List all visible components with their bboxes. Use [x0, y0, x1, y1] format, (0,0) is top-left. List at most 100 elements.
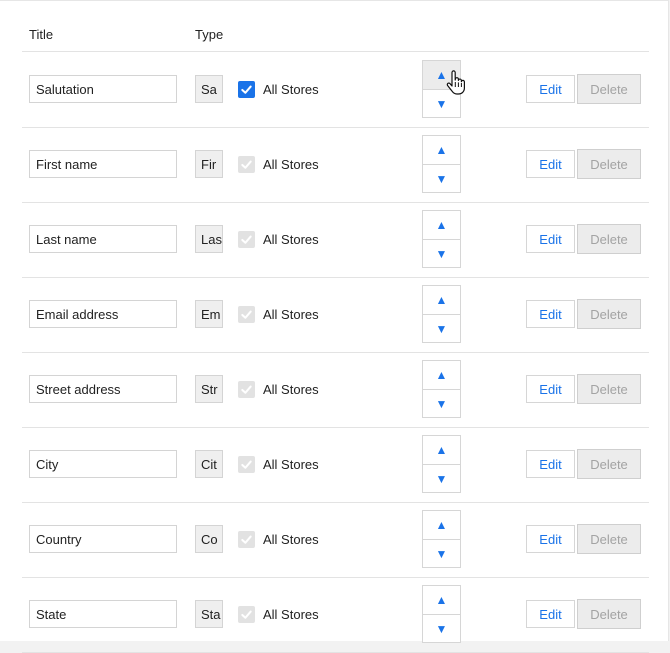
up-arrow-icon: ▲	[435, 593, 448, 607]
down-arrow-icon: ▼	[435, 547, 448, 561]
reorder-control: ▲ ▼	[422, 285, 461, 343]
move-down-button[interactable]: ▼	[423, 165, 460, 193]
type-input	[195, 300, 223, 328]
delete-button[interactable]: Delete	[577, 74, 641, 104]
up-arrow-icon: ▲	[435, 143, 448, 157]
edit-button[interactable]: Edit	[526, 375, 575, 403]
checkmark-icon	[240, 308, 253, 321]
type-input	[195, 525, 223, 553]
all-stores-checkbox	[238, 531, 255, 548]
move-up-button[interactable]: ▲	[423, 511, 460, 540]
delete-button[interactable]: Delete	[577, 299, 641, 329]
checkmark-icon	[240, 533, 253, 546]
edit-button[interactable]: Edit	[526, 225, 575, 253]
down-arrow-icon: ▼	[435, 97, 448, 111]
all-stores-checkbox	[238, 606, 255, 623]
checkmark-icon	[240, 83, 253, 96]
down-arrow-icon: ▼	[435, 172, 448, 186]
title-column-header: Title	[29, 27, 54, 42]
title-input[interactable]	[29, 600, 177, 628]
down-arrow-icon: ▼	[435, 472, 448, 486]
fields-panel: Title Type All Stores ▲ ▼ Edit Delete Al…	[0, 0, 669, 653]
edit-button[interactable]: Edit	[526, 600, 575, 628]
table-row: All Stores ▲ ▼ Edit Delete	[22, 52, 649, 128]
move-down-button[interactable]: ▼	[423, 390, 460, 418]
title-input[interactable]	[29, 450, 177, 478]
up-arrow-icon: ▲	[435, 293, 448, 307]
title-input[interactable]	[29, 300, 177, 328]
down-arrow-icon: ▼	[435, 397, 448, 411]
all-stores-label: All Stores	[263, 82, 319, 97]
checkmark-icon	[240, 608, 253, 621]
all-stores-label: All Stores	[263, 382, 319, 397]
delete-button[interactable]: Delete	[577, 374, 641, 404]
hand-pointer-icon	[446, 70, 465, 95]
move-up-button[interactable]: ▲	[423, 586, 460, 615]
delete-button[interactable]: Delete	[577, 224, 641, 254]
up-arrow-icon: ▲	[435, 518, 448, 532]
title-input[interactable]	[29, 525, 177, 553]
edit-button[interactable]: Edit	[526, 300, 575, 328]
table-row: All Stores ▲ ▼ Edit Delete	[22, 277, 649, 353]
all-stores-label: All Stores	[263, 307, 319, 322]
delete-button[interactable]: Delete	[577, 524, 641, 554]
type-input	[195, 225, 223, 253]
title-input[interactable]	[29, 75, 177, 103]
edit-button[interactable]: Edit	[526, 75, 575, 103]
table-row: All Stores ▲ ▼ Edit Delete	[22, 202, 649, 278]
all-stores-checkbox	[238, 231, 255, 248]
table-row: All Stores ▲ ▼ Edit Delete	[22, 577, 649, 653]
move-up-button[interactable]: ▲	[423, 211, 460, 240]
delete-button[interactable]: Delete	[577, 449, 641, 479]
move-down-button[interactable]: ▼	[423, 615, 460, 643]
all-stores-label: All Stores	[263, 157, 319, 172]
all-stores-label: All Stores	[263, 457, 319, 472]
edit-button[interactable]: Edit	[526, 450, 575, 478]
move-up-button[interactable]: ▲	[423, 436, 460, 465]
reorder-control: ▲ ▼	[422, 510, 461, 568]
move-up-button[interactable]: ▲	[423, 286, 460, 315]
delete-button[interactable]: Delete	[577, 599, 641, 629]
down-arrow-icon: ▼	[435, 322, 448, 336]
reorder-control: ▲ ▼	[422, 360, 461, 418]
down-arrow-icon: ▼	[435, 247, 448, 261]
all-stores-label: All Stores	[263, 232, 319, 247]
table-row: All Stores ▲ ▼ Edit Delete	[22, 502, 649, 578]
type-input	[195, 450, 223, 478]
all-stores-label: All Stores	[263, 607, 319, 622]
move-up-button[interactable]: ▲	[423, 361, 460, 390]
move-down-button[interactable]: ▼	[423, 465, 460, 493]
delete-button[interactable]: Delete	[577, 149, 641, 179]
move-down-button[interactable]: ▼	[423, 540, 460, 568]
reorder-control: ▲ ▼	[422, 435, 461, 493]
down-arrow-icon: ▼	[435, 622, 448, 636]
checkmark-icon	[240, 458, 253, 471]
move-down-button[interactable]: ▼	[423, 240, 460, 268]
all-stores-checkbox	[238, 156, 255, 173]
table-row: All Stores ▲ ▼ Edit Delete	[22, 352, 649, 428]
title-input[interactable]	[29, 375, 177, 403]
move-up-button[interactable]: ▲	[423, 136, 460, 165]
title-input[interactable]	[29, 225, 177, 253]
all-stores-checkbox[interactable]	[238, 81, 255, 98]
type-column-header: Type	[195, 27, 224, 42]
type-input	[195, 150, 223, 178]
reorder-control: ▲ ▼	[422, 585, 461, 643]
title-input[interactable]	[29, 150, 177, 178]
all-stores-label: All Stores	[263, 532, 319, 547]
all-stores-checkbox	[238, 306, 255, 323]
edit-button[interactable]: Edit	[526, 525, 575, 553]
all-stores-checkbox	[238, 456, 255, 473]
checkmark-icon	[240, 383, 253, 396]
type-input	[195, 75, 223, 103]
checkmark-icon	[240, 233, 253, 246]
up-arrow-icon: ▲	[435, 218, 448, 232]
up-arrow-icon: ▲	[435, 443, 448, 457]
checkmark-icon	[240, 158, 253, 171]
type-input	[195, 600, 223, 628]
type-input	[195, 375, 223, 403]
reorder-control: ▲ ▼	[422, 210, 461, 268]
move-down-button[interactable]: ▼	[423, 315, 460, 343]
table-row: All Stores ▲ ▼ Edit Delete	[22, 127, 649, 203]
edit-button[interactable]: Edit	[526, 150, 575, 178]
